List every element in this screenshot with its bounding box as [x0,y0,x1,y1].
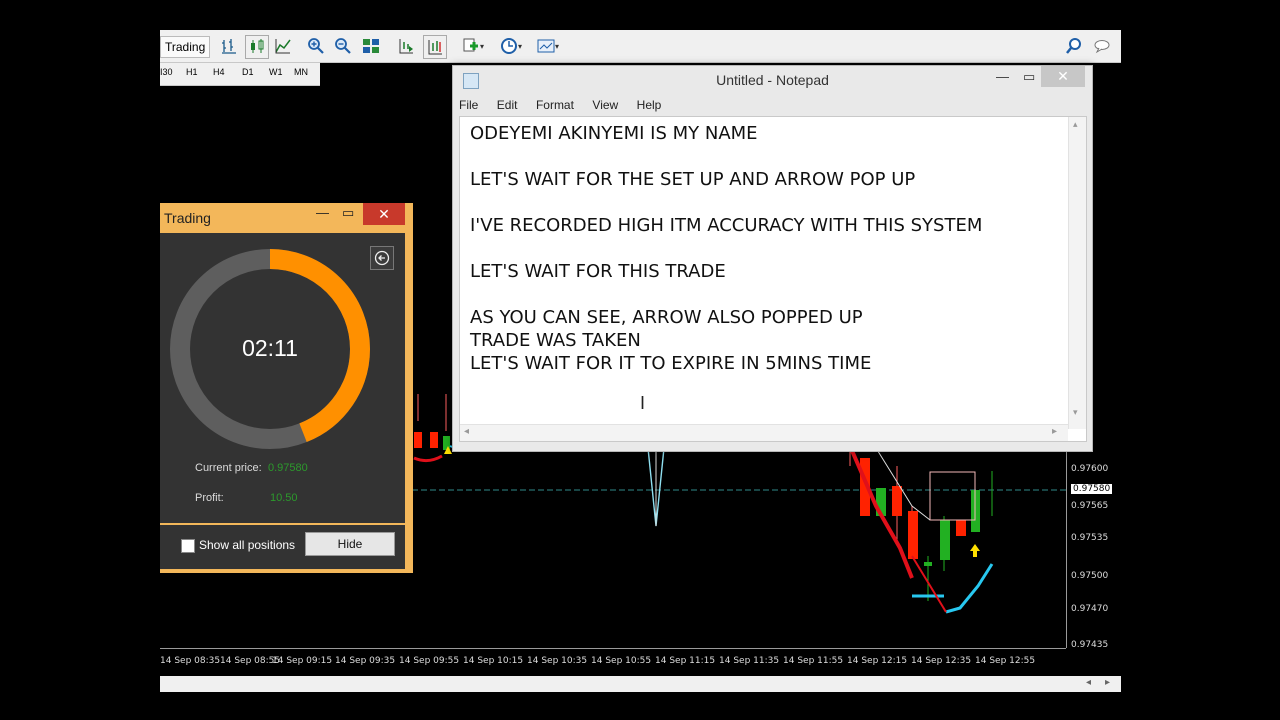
autoscroll-icon[interactable] [395,35,417,57]
menu-format[interactable]: Format [536,98,574,112]
buy-arrow [970,544,980,557]
window-title: Trading [164,210,211,226]
menu-bar: File Edit Format View Help [459,96,675,114]
timeframe-h4[interactable]: H4 [213,67,225,77]
trading-panel: 02:11 Current price: 0.97580 Profit: 10.… [160,233,405,523]
text-cursor-icon: I [640,393,646,413]
maximize-icon[interactable]: ▭ [1023,69,1035,85]
periods-icon[interactable]: ▾ [496,35,526,57]
timeframe-mn[interactable]: MN [294,67,308,77]
menu-edit[interactable]: Edit [497,98,518,112]
current-price-label: Current price: [195,462,262,474]
close-button[interactable]: ✕ [1041,66,1085,87]
timeframe-bar: I30 H1 H4 D1 W1 MN [160,63,320,86]
price-level: 0.97565 [1071,501,1109,511]
zoom-out-icon[interactable] [332,35,354,57]
horizontal-scrollbar[interactable]: ◂ ▸ [460,424,1068,441]
menu-file[interactable]: File [459,98,478,112]
ma-cyan-line [945,563,994,614]
candles-right [849,446,993,601]
scroll-right-icon[interactable]: ▸ [1052,426,1057,437]
price-level: 0.97535 [1071,533,1109,543]
time-label: 14 Sep 09:35 [335,656,396,666]
price-level: 0.97435 [1071,640,1109,650]
countdown-timer: 02:11 [242,335,298,361]
trading-window: Trading — ▭ ✕ 02:11 Current price: 0.975… [160,203,413,573]
vertical-scrollbar[interactable]: ▴ ▾ [1068,117,1086,429]
maximize-icon[interactable]: ▭ [342,205,354,221]
time-label: 14 Sep 12:15 [847,656,908,666]
candle-chart-icon[interactable] [245,35,269,59]
trading-button[interactable]: Trading [160,36,211,58]
current-price-value: 0.97580 [268,462,308,474]
candle [443,436,450,450]
candles-left [414,394,450,450]
price-level: 0.97500 [1071,571,1109,581]
scroll-down-icon[interactable]: ▾ [1073,407,1078,418]
zoom-in-icon[interactable] [305,35,327,57]
minimize-icon[interactable]: — [316,205,329,220]
scroll-up-icon[interactable]: ▴ [1073,119,1078,130]
templates-icon[interactable]: ▾ [532,35,564,57]
notepad-window: Untitled - Notepad — ▭ ✕ File Edit Forma… [452,65,1093,452]
timeframe-w1[interactable]: W1 [269,67,283,77]
indicators-icon[interactable]: ▾ [458,35,488,57]
profit-value: 10.50 [270,492,298,504]
minimize-icon[interactable]: — [996,69,1009,84]
ma-red-line [413,454,443,463]
scroll-left-icon[interactable]: ◂ [1086,677,1091,688]
search-icon[interactable] [1063,35,1085,57]
status-bar: ◂ ▸ [160,676,1121,692]
candle [908,511,918,559]
candle [956,520,966,536]
time-label: 14 Sep 10:15 [463,656,524,666]
candle [414,432,422,448]
time-label: 14 Sep 09:55 [399,656,460,666]
text-editor[interactable]: ODEYEMI AKINYEMI IS MY NAME LET'S WAIT F… [459,116,1087,442]
bar-chart-icon[interactable] [218,35,240,57]
menu-help[interactable]: Help [637,98,662,112]
show-all-positions-checkbox[interactable] [181,539,195,553]
current-price-tag: 0.97580 [1071,484,1113,494]
candle [924,562,932,566]
candle [430,432,438,448]
tile-windows-icon[interactable] [360,35,382,57]
menu-view[interactable]: View [592,98,618,112]
candle [940,520,950,560]
line-chart-icon[interactable] [272,35,294,57]
time-label: 14 Sep 10:35 [527,656,588,666]
trading-footer: Show all positions Hide [160,525,405,569]
chat-icon[interactable] [1092,35,1114,57]
back-button[interactable] [370,246,394,270]
timeframe-m30[interactable]: I30 [160,67,173,77]
scroll-right-icon[interactable]: ▸ [1105,677,1110,688]
time-label: 14 Sep 11:15 [655,656,716,666]
arrow-left-circle-icon [374,250,390,266]
time-label: 14 Sep 08:35 [160,656,221,666]
candle [892,486,902,516]
close-button[interactable]: ✕ [363,203,405,225]
time-label: 14 Sep 11:55 [783,656,844,666]
show-all-positions-label: Show all positions [199,538,296,552]
timeframe-h1[interactable]: H1 [186,67,198,77]
timeframe-d1[interactable]: D1 [242,67,254,77]
chart-shift-icon[interactable] [423,35,447,59]
editor-content[interactable]: ODEYEMI AKINYEMI IS MY NAME LET'S WAIT F… [470,122,1060,375]
time-label: 14 Sep 12:35 [911,656,972,666]
price-level: 0.97600 [1071,464,1109,474]
price-level: 0.97470 [1071,604,1109,614]
time-label: 14 Sep 12:55 [975,656,1036,666]
scroll-left-icon[interactable]: ◂ [464,426,469,437]
profit-label: Profit: [195,492,224,504]
time-axis: 14 Sep 08:35 14 Sep 08:55 14 Sep 09:15 1… [160,648,1066,677]
time-label: 14 Sep 11:35 [719,656,780,666]
time-label: 14 Sep 09:15 [272,656,333,666]
time-label: 14 Sep 10:55 [591,656,652,666]
mt4-toolbar: Trading ▾ ▾ ▾ [160,30,1121,63]
ma-red-line [848,445,914,579]
hide-button[interactable]: Hide [305,532,395,556]
